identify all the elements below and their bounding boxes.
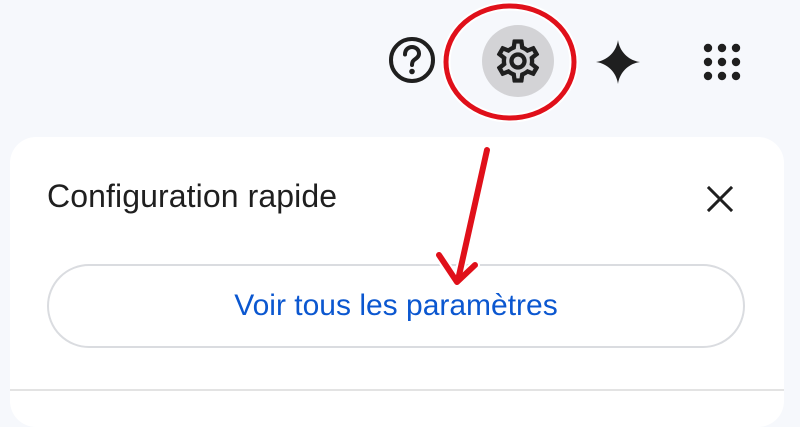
close-button[interactable]	[694, 173, 746, 225]
help-circle-icon	[389, 37, 435, 83]
sparkle-icon	[596, 40, 640, 84]
gemini-button[interactable]	[590, 34, 646, 90]
top-toolbar	[0, 0, 800, 125]
gear-icon	[496, 39, 540, 83]
close-icon	[706, 185, 734, 213]
panel-title: Configuration rapide	[47, 178, 338, 214]
apps-button[interactable]	[692, 32, 752, 92]
divider	[10, 389, 784, 391]
apps-grid-icon	[703, 43, 741, 81]
view-all-settings-button[interactable]: Voir tous les paramètres	[47, 264, 745, 348]
help-button[interactable]	[382, 30, 442, 90]
quick-settings-panel: Configuration rapide Voir tous les param…	[10, 137, 784, 427]
settings-button[interactable]	[482, 25, 554, 97]
